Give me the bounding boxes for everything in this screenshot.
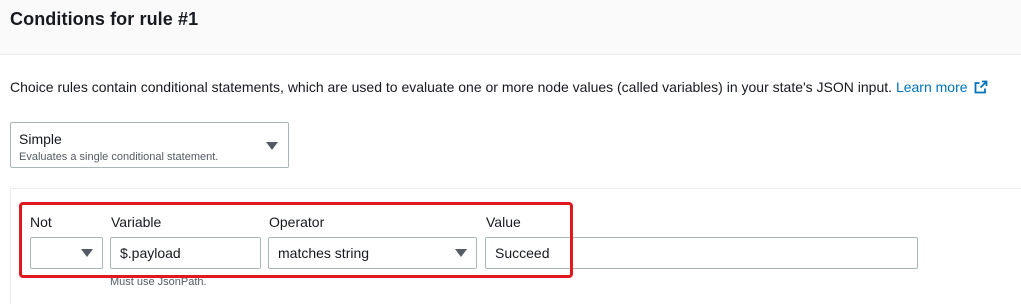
chevron-down-icon: [455, 249, 467, 257]
chevron-down-icon: [266, 142, 278, 150]
description-text: Choice rules contain conditional stateme…: [10, 79, 893, 95]
page-title: Conditions for rule #1: [10, 9, 199, 29]
value-input[interactable]: Succeed: [485, 237, 918, 269]
external-link-icon: [974, 80, 987, 94]
description: Choice rules contain conditional stateme…: [10, 79, 988, 95]
variable-input[interactable]: $.payload: [110, 237, 261, 269]
learn-more-link[interactable]: Learn more: [896, 79, 988, 95]
not-select[interactable]: [30, 237, 103, 269]
operator-select-value: matches string: [278, 245, 370, 261]
value-label: Value: [486, 214, 521, 230]
operator-select[interactable]: matches string: [268, 237, 477, 269]
variable-hint: Must use JsonPath.: [110, 276, 207, 288]
variable-label: Variable: [111, 214, 162, 230]
rule-type-subtitle: Evaluates a single conditional statement…: [19, 151, 219, 163]
section-header: Conditions for rule #1: [0, 0, 1021, 55]
rule-type-select[interactable]: Simple Evaluates a single conditional st…: [10, 122, 289, 168]
operator-label: Operator: [269, 214, 325, 230]
chevron-down-icon: [81, 249, 93, 257]
not-label: Not: [30, 214, 52, 230]
rule-type-selected: Simple: [19, 131, 62, 147]
